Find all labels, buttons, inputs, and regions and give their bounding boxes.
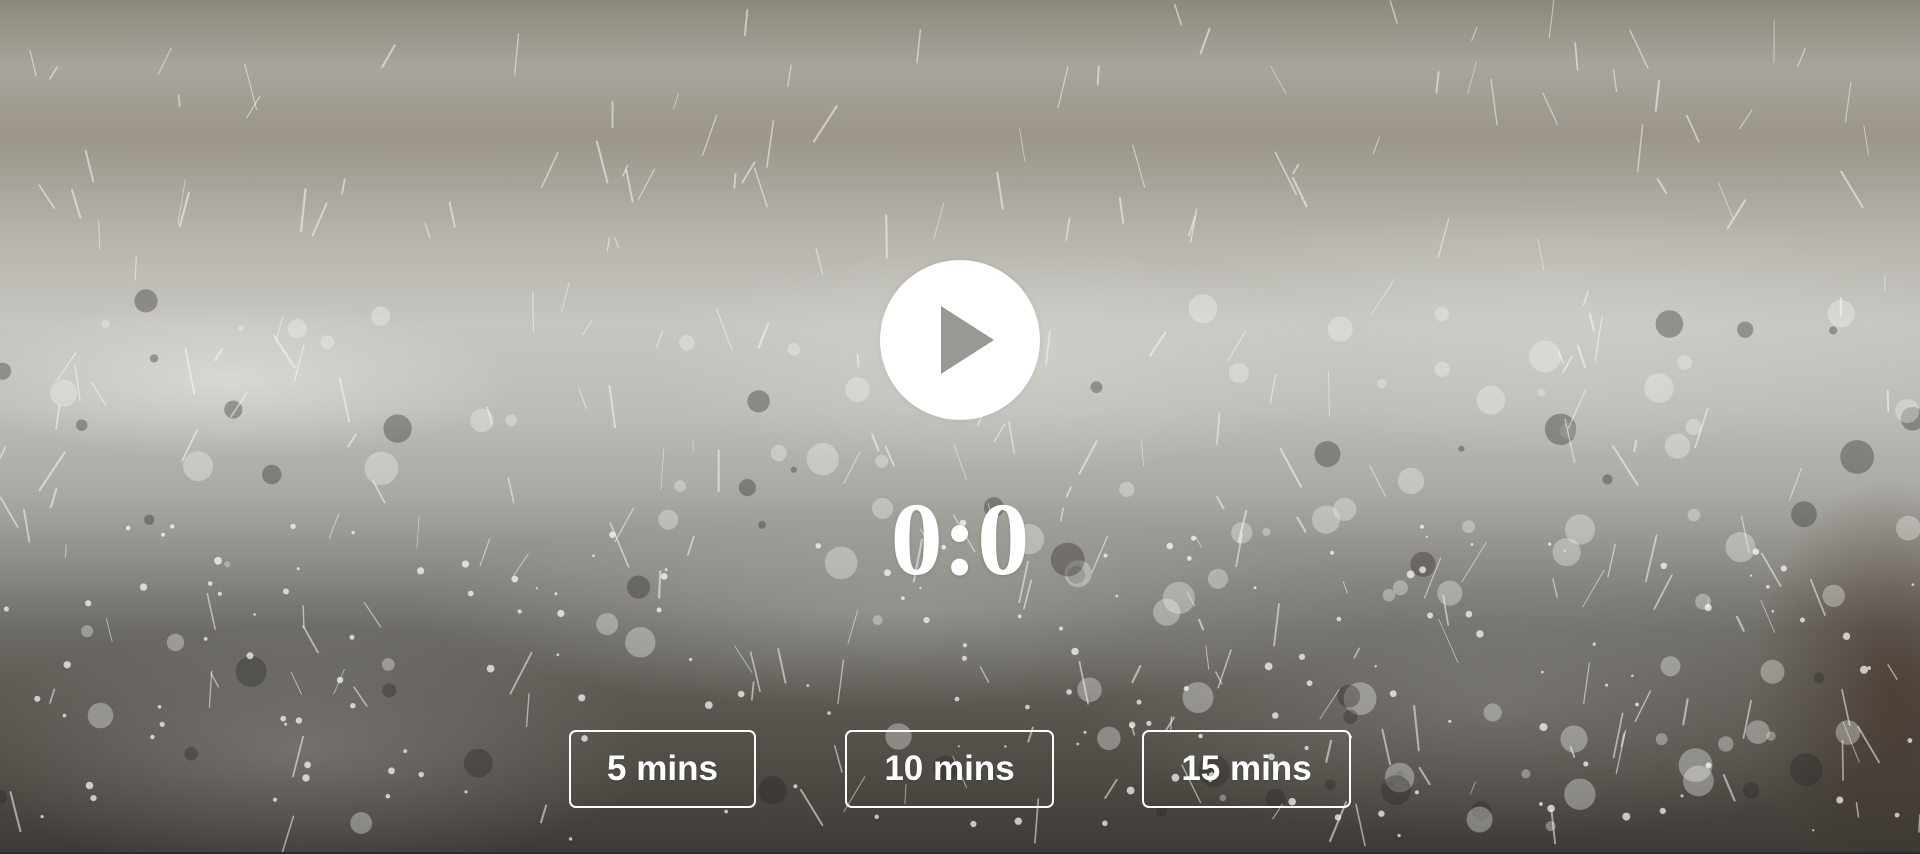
- timer-display: 0:0: [890, 482, 1030, 597]
- play-icon: [941, 306, 994, 374]
- fifteen-minutes-button[interactable]: 15 mins: [1142, 730, 1351, 808]
- rain-timer-page: 0:0 5 mins 10 mins 15 mins: [0, 0, 1920, 854]
- five-minutes-button[interactable]: 5 mins: [569, 730, 756, 808]
- play-button[interactable]: [880, 260, 1040, 420]
- rain-streaks-overlay: [0, 0, 1920, 853]
- ten-minutes-button[interactable]: 10 mins: [845, 730, 1054, 808]
